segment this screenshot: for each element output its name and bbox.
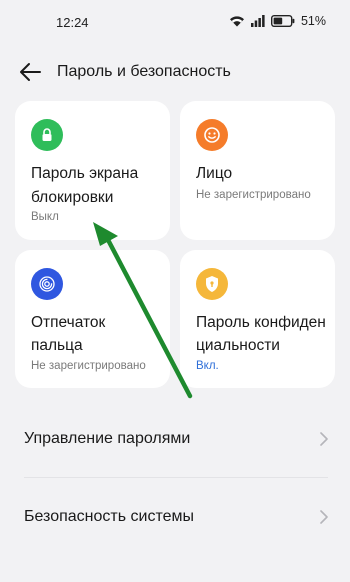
system-security-item[interactable]: Безопасность системы [0,488,350,548]
privacy-password-card[interactable]: Пароль конфиден циальности Вкл. [180,250,335,388]
signal-icon [250,15,265,27]
lock-screen-password-card[interactable]: Пароль экрана блокировки Выкл [15,101,170,240]
face-card[interactable]: Лицо Не зарегистрировано [180,101,335,240]
face-icon [196,119,228,151]
card-title: Отпечаток [31,314,106,331]
status-icons: 51% [229,14,326,28]
privacy-shield-icon [196,268,228,300]
status-bar: 12:24 51% [0,0,350,44]
fingerprint-card[interactable]: Отпечаток пальца Не зарегистрировано [15,250,170,388]
card-title: пальца [31,337,83,354]
divider [24,477,328,478]
arrow-left-icon [20,63,41,81]
list-item-label: Безопасность системы [24,508,194,525]
chevron-right-icon [320,432,328,451]
back-button[interactable] [18,61,42,83]
lock-icon [31,119,63,151]
card-status: Вкл. [196,360,219,372]
list-item-label: Управление паролями [24,430,191,447]
card-status: Не зарегистрировано [196,189,311,201]
status-time: 12:24 [56,15,89,30]
fingerprint-icon [31,268,63,300]
password-management-item[interactable]: Управление паролями [0,410,350,470]
header: Пароль и безопасность [0,52,350,92]
battery-icon [270,15,295,27]
chevron-right-icon [320,510,328,529]
card-title: Лицо [196,165,233,182]
card-status: Выкл [31,211,59,223]
card-title: Пароль экрана [31,165,139,182]
battery-percent: 51% [300,14,326,28]
card-status: Не зарегистрировано [31,360,146,372]
card-title: Пароль конфиден [196,314,326,331]
page-title: Пароль и безопасность [57,63,231,80]
card-title: блокировки [31,189,114,206]
wifi-icon [229,15,245,27]
card-title: циальности [196,337,280,354]
